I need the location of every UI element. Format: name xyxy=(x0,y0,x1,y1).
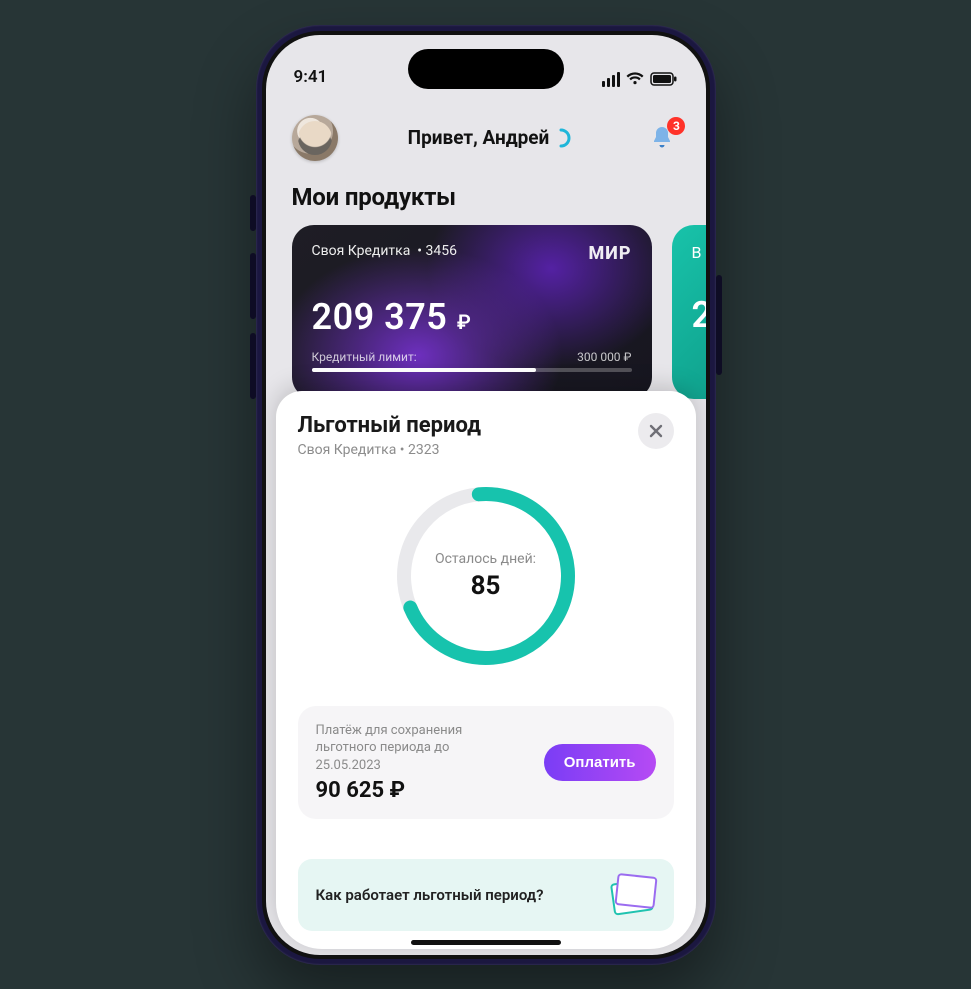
calendar-icon xyxy=(608,875,656,915)
dynamic-island xyxy=(408,49,564,89)
payment-text: Платёж для сохранения льготного периода … xyxy=(316,722,516,775)
secondary-card[interactable]: В 2 xyxy=(672,225,706,399)
battery-icon xyxy=(650,72,678,86)
grace-period-sheet: Льготный период Своя Кредитка • 2323 xyxy=(276,391,696,949)
pay-button[interactable]: Оплатить xyxy=(544,744,656,781)
greeting-text: Привет, Андрей xyxy=(408,126,550,149)
products-carousel[interactable]: Своя Кредитка • 3456 МИР 209 375 ₽ Креди… xyxy=(292,225,706,399)
power-button xyxy=(716,275,722,375)
phone-frame: 9:41 Привет, Андрей xyxy=(256,25,716,965)
limit-bar xyxy=(312,368,632,372)
wifi-icon xyxy=(626,72,644,86)
limit-label: Кредитный лимит: xyxy=(312,350,417,364)
card-balance: 209 375 ₽ xyxy=(312,296,632,338)
limit-value: 300 000 ₽ xyxy=(577,350,631,364)
status-time: 9:41 xyxy=(294,67,328,87)
sheet-title: Льготный период xyxy=(298,413,481,438)
ring-label: Осталось дней: xyxy=(435,551,536,567)
info-text: Как работает льготный период? xyxy=(316,886,544,904)
payment-amount: 90 625 ₽ xyxy=(316,778,516,803)
sheet-subtitle: Своя Кредитка • 2323 xyxy=(298,442,481,458)
volume-down-button xyxy=(250,333,256,399)
close-button[interactable] xyxy=(638,413,674,449)
screen: 9:41 Привет, Андрей xyxy=(266,35,706,955)
side-button xyxy=(250,195,256,231)
payment-box: Платёж для сохранения льготного периода … xyxy=(298,706,674,820)
close-icon xyxy=(648,423,664,439)
credit-card[interactable]: Своя Кредитка • 3456 МИР 209 375 ₽ Креди… xyxy=(292,225,652,399)
card-name: Своя Кредитка • 3456 xyxy=(312,243,457,264)
notifications-button[interactable]: 3 xyxy=(645,121,679,155)
secondary-card-title: В xyxy=(692,243,706,262)
how-it-works-link[interactable]: Как работает льготный период? xyxy=(298,859,674,931)
days-remaining-ring: Осталось дней: 85 xyxy=(386,476,586,676)
cellular-icon xyxy=(602,72,620,87)
section-title: Мои продукты xyxy=(292,183,456,211)
limit-fill xyxy=(312,368,536,372)
greeting-arc-icon xyxy=(555,128,575,148)
volume-up-button xyxy=(250,253,256,319)
home-indicator[interactable] xyxy=(411,940,561,945)
notification-badge: 3 xyxy=(667,117,685,135)
secondary-card-value: 2 xyxy=(692,294,706,336)
greeting: Привет, Андрей xyxy=(408,126,576,149)
ring-value: 85 xyxy=(471,571,501,601)
card-scheme: МИР xyxy=(589,243,632,264)
avatar[interactable] xyxy=(292,115,338,161)
